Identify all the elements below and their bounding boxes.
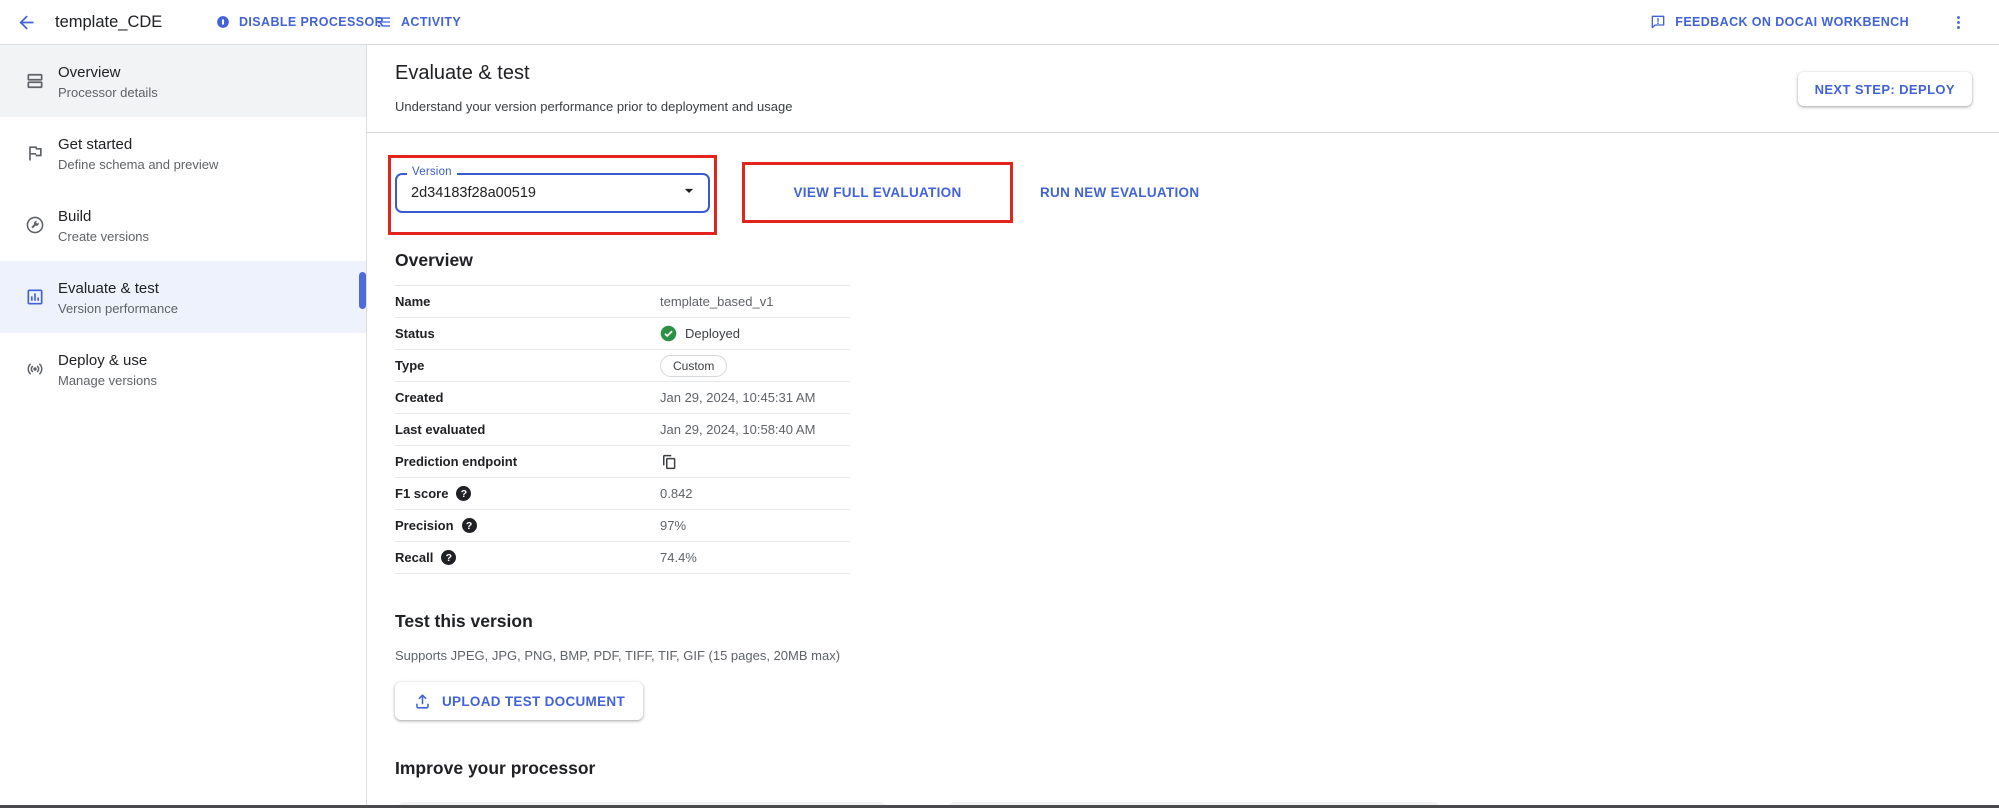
sidebar-item-subtitle: Create versions <box>58 229 149 244</box>
table-row-created: Created Jan 29, 2024, 10:45:31 AM <box>395 382 850 414</box>
overview-table: Name template_based_v1 Status Deployed T… <box>395 285 850 574</box>
docai-workbench-window: template_CDE DISABLE PROCESSOR ACTIVITY … <box>0 0 1999 808</box>
disable-processor-label: DISABLE PROCESSOR <box>239 15 384 29</box>
sidebar-item-subtitle: Manage versions <box>58 373 157 388</box>
table-row-recall: Recall 74.4% <box>395 542 850 574</box>
feedback-label: FEEDBACK ON DOCAI WORKBENCH <box>1675 15 1909 29</box>
back-button[interactable] <box>16 0 37 44</box>
disable-processor-button[interactable]: DISABLE PROCESSOR <box>216 0 384 44</box>
more-options-button[interactable] <box>1950 0 1967 44</box>
sidebar-item-title: Get started <box>58 135 218 154</box>
f1-score-value: 0.842 <box>660 486 850 501</box>
broadcast-icon <box>25 359 45 379</box>
table-row-f1-score: F1 score 0.842 <box>395 478 850 510</box>
name-value: template_based_v1 <box>660 294 850 309</box>
table-row-prediction-endpoint: Prediction endpoint <box>395 446 850 478</box>
sidebar-item-subtitle: Version performance <box>58 301 178 316</box>
table-row-precision: Precision 97% <box>395 510 850 542</box>
sidebar-item-title: Build <box>58 207 149 226</box>
run-new-evaluation-button[interactable]: RUN NEW EVALUATION <box>1040 162 1199 223</box>
type-chip: Custom <box>660 355 727 377</box>
feedback-button[interactable]: FEEDBACK ON DOCAI WORKBENCH <box>1650 0 1909 44</box>
sidebar-item-title: Overview <box>58 63 158 82</box>
sidebar-item-title: Deploy & use <box>58 351 157 370</box>
sidebar-item-get-started[interactable]: Get started Define schema and preview <box>0 117 366 189</box>
help-icon[interactable] <box>462 518 477 533</box>
bar-chart-icon <box>25 287 45 307</box>
copy-endpoint-button[interactable] <box>660 453 678 471</box>
test-version-heading: Test this version <box>395 611 533 632</box>
page-subtitle: Understand your version performance prio… <box>395 99 792 114</box>
sidebar-item-evaluate-test[interactable]: Evaluate & test Version performance <box>0 261 366 333</box>
help-icon[interactable] <box>456 486 471 501</box>
sidebar-item-title: Evaluate & test <box>58 279 178 298</box>
sidebar: Overview Processor details Get started D… <box>0 45 367 805</box>
activity-button[interactable]: ACTIVITY <box>376 0 461 44</box>
build-wrench-icon <box>25 215 45 235</box>
upload-button-label: UPLOAD TEST DOCUMENT <box>442 694 625 709</box>
chevron-down-icon <box>679 181 699 206</box>
table-row-name: Name template_based_v1 <box>395 286 850 318</box>
page-header: Evaluate & test Understand your version … <box>367 45 1999 133</box>
deployed-check-icon <box>660 325 677 342</box>
flag-icon <box>25 143 45 163</box>
sidebar-item-subtitle: Define schema and preview <box>58 157 218 172</box>
top-bar: template_CDE DISABLE PROCESSOR ACTIVITY … <box>0 0 1999 45</box>
activity-label: ACTIVITY <box>401 15 461 29</box>
version-select-value: 2d34183f28a00519 <box>411 185 536 201</box>
upload-icon <box>413 692 432 711</box>
next-step-deploy-button[interactable]: NEXT STEP: DEPLOY <box>1798 72 1972 106</box>
version-select-label: Version <box>407 166 457 178</box>
table-row-type: Type Custom <box>395 350 850 382</box>
precision-value: 97% <box>660 518 850 533</box>
last-evaluated-value: Jan 29, 2024, 10:58:40 AM <box>660 422 850 437</box>
sidebar-scrollbar-thumb[interactable] <box>359 272 366 309</box>
disable-circle-icon <box>216 15 230 29</box>
feedback-bubble-icon <box>1650 14 1666 30</box>
overview-layers-icon <box>25 71 45 91</box>
created-value: Jan 29, 2024, 10:45:31 AM <box>660 390 850 405</box>
sidebar-item-overview[interactable]: Overview Processor details <box>0 45 366 117</box>
sidebar-item-deploy-use[interactable]: Deploy & use Manage versions <box>0 333 366 405</box>
table-row-last-evaluated: Last evaluated Jan 29, 2024, 10:58:40 AM <box>395 414 850 446</box>
recall-value: 74.4% <box>660 550 850 565</box>
help-icon[interactable] <box>441 550 456 565</box>
processor-title: template_CDE <box>55 0 162 44</box>
page-title: Evaluate & test <box>395 62 530 85</box>
annotation-box-view-full-evaluation: VIEW FULL EVALUATION <box>742 162 1013 223</box>
sidebar-item-subtitle: Processor details <box>58 85 158 100</box>
sidebar-item-build[interactable]: Build Create versions <box>0 189 366 261</box>
upload-test-document-button[interactable]: UPLOAD TEST DOCUMENT <box>395 682 643 720</box>
overview-heading: Overview <box>395 250 473 271</box>
activity-list-icon <box>376 14 392 30</box>
improve-processor-heading: Improve your processor <box>395 758 595 779</box>
status-badge: Deployed <box>660 325 850 342</box>
view-full-evaluation-button[interactable]: VIEW FULL EVALUATION <box>794 185 962 200</box>
back-arrow-icon <box>16 12 37 33</box>
kebab-menu-icon <box>1950 14 1967 31</box>
table-row-status: Status Deployed <box>395 318 850 350</box>
version-select[interactable]: Version 2d34183f28a00519 <box>395 173 710 213</box>
copy-icon <box>660 453 678 471</box>
supported-formats-text: Supports JPEG, JPG, PNG, BMP, PDF, TIFF,… <box>395 648 840 663</box>
